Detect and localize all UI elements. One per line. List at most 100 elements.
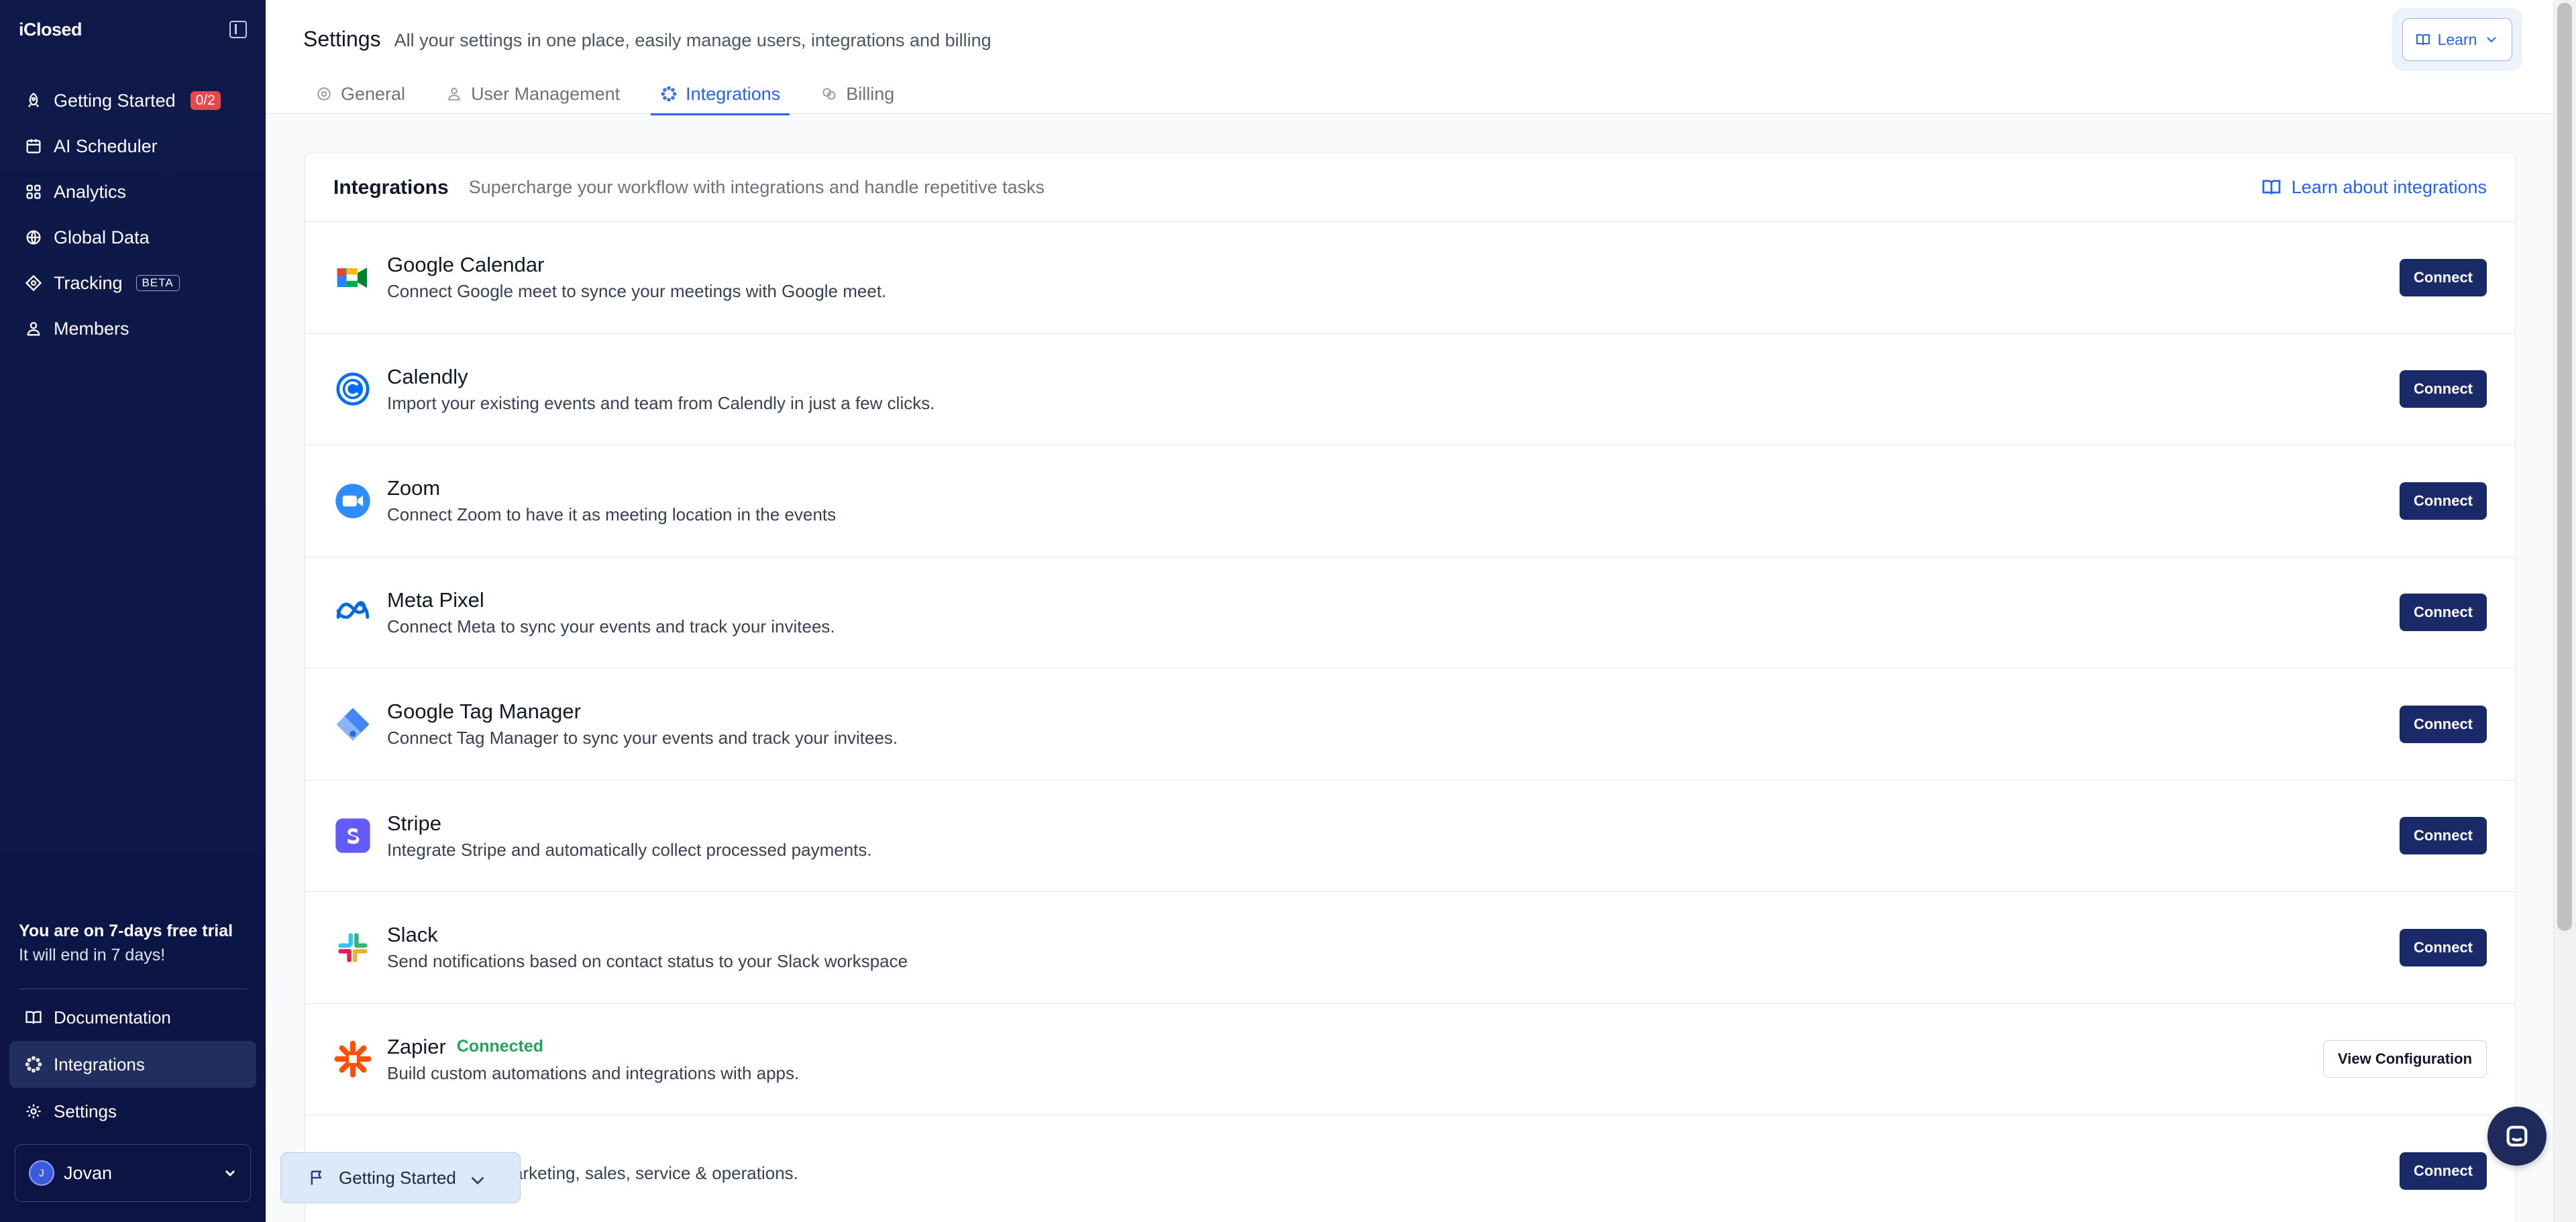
integration-text: Zapier Connected Build custom automation… [387, 1035, 799, 1084]
tab-label: User Management [471, 83, 621, 104]
tab-integrations[interactable]: Integrations [651, 74, 790, 115]
sidebar-item-integrations[interactable]: Integrations [9, 1041, 256, 1088]
tab-general[interactable]: General [306, 74, 415, 114]
integration-title: Google Tag Manager [387, 700, 581, 724]
target-icon [24, 274, 43, 292]
integration-desc: Connect Zoom to have it as meeting locat… [387, 504, 837, 525]
integration-title: Zoom [387, 476, 441, 500]
sidebar-item-label: Analytics [54, 181, 127, 202]
settings-tabs: General User Management Integrations Bil… [306, 74, 925, 115]
sidebar-item-analytics[interactable]: Analytics [9, 169, 256, 215]
beta-badge: BETA [136, 275, 180, 291]
connect-button[interactable]: Connect [2400, 705, 2487, 743]
connect-button[interactable]: Connect [2400, 594, 2487, 632]
sidebar-item-label: Global Data [54, 227, 150, 247]
sidebar-item-label: Documentation [54, 1007, 171, 1027]
page-scrollbar[interactable] [2553, 0, 2576, 1222]
tab-user-management[interactable]: User Management [436, 74, 629, 114]
connect-button[interactable]: Connect [2400, 258, 2487, 296]
view-configuration-button[interactable]: View Configuration [2323, 1040, 2487, 1078]
sidebar-item-label: AI Scheduler [54, 135, 158, 156]
integration-text: Calendly Import your existing events and… [387, 365, 934, 414]
chevron-down-icon [468, 1171, 484, 1185]
settings-header: Settings All your settings in one place,… [266, 0, 2553, 115]
sidebar-nav: Getting Started 0/2 AI Scheduler Analyti… [9, 78, 256, 351]
tab-billing[interactable]: Billing [811, 74, 904, 114]
gear-icon [24, 1102, 43, 1121]
integration-row-calendly: Calendly Import your existing events and… [305, 334, 2515, 445]
integration-title: Stripe [387, 811, 441, 835]
progress-badge: 0/2 [190, 91, 221, 110]
sidebar: iClosed Getting Started 0/2 AI Scheduler… [0, 0, 266, 1222]
stripe-icon [333, 816, 372, 855]
logo-text: iClosed [19, 19, 83, 40]
connect-button[interactable]: Connect [2400, 370, 2487, 408]
sidebar-item-getting-started[interactable]: Getting Started 0/2 [9, 78, 256, 123]
integration-desc: Connect Tag Manager to sync your events … [387, 728, 898, 748]
tab-label: Integrations [686, 83, 781, 104]
trial-title: You are on 7-days free trial [19, 922, 233, 940]
connect-button[interactable]: Connect [2400, 817, 2487, 855]
card-header: Integrations Supercharge your workflow w… [305, 154, 2515, 222]
sidebar-item-settings[interactable]: Settings [9, 1088, 256, 1135]
integration-text: Zoom Connect Zoom to have it as meeting … [387, 476, 836, 525]
integration-row-zoom: Zoom Connect Zoom to have it as meeting … [305, 445, 2515, 557]
flag-icon [311, 1170, 322, 1185]
sidebar-item-members[interactable]: Members [9, 306, 256, 351]
book-icon [24, 1008, 43, 1027]
page-title: Settings [303, 27, 381, 51]
logo[interactable]: iClosed [19, 19, 83, 40]
integration-row-google-calendar: Google Calendar Connect Google meet to s… [305, 222, 2515, 334]
integration-row-meta-pixel: Meta Pixel Connect Meta to sync your eve… [305, 557, 2515, 669]
trial-subtitle: It will end in 7 days! [19, 946, 166, 964]
integration-desc: Connect Meta to sync your events and tra… [387, 616, 835, 636]
avatar: J [29, 1160, 54, 1186]
integration-row-hubspot: arketing, sales, service & operations. C… [305, 1115, 2515, 1222]
grid-icon [24, 182, 43, 201]
sidebar-item-ai-scheduler[interactable]: AI Scheduler [9, 123, 256, 169]
integrations-icon [24, 1055, 43, 1074]
integration-row-slack: Slack Send notifications based on contac… [305, 892, 2515, 1004]
trial-notice: You are on 7-days free trial It will end… [19, 919, 247, 967]
zapier-icon [333, 1040, 372, 1078]
integration-desc: Connect Google meet to syncе your meetin… [387, 281, 887, 302]
learn-dropdown[interactable]: Learn [2402, 18, 2512, 61]
zoom-icon [333, 482, 372, 520]
chat-support-button[interactable] [2487, 1107, 2546, 1166]
integration-desc: Integrate Stripe and automatically colle… [387, 839, 872, 860]
integration-name: Slack [387, 923, 908, 947]
getting-started-floating-button[interactable]: Getting Started [280, 1152, 521, 1203]
chevron-down-icon [223, 1166, 237, 1180]
scrollbar-thumb[interactable] [2557, 3, 2572, 931]
integration-name: Zoom [387, 476, 836, 500]
learn-about-integrations-link[interactable]: Learn about integrations [2261, 176, 2487, 198]
connect-button[interactable]: Connect [2400, 482, 2487, 520]
calendar-icon [24, 137, 43, 156]
integration-desc: Import your existing events and team fro… [387, 392, 935, 413]
chevron-down-icon [2487, 37, 2497, 43]
integration-name: Zapier Connected [387, 1035, 799, 1059]
integration-text: Google Calendar Connect Google meet to s… [387, 253, 886, 302]
integration-text: Google Tag Manager Connect Tag Manager t… [387, 700, 898, 748]
sidebar-item-tracking[interactable]: Tracking BETA [9, 260, 256, 306]
learn-label: Learn [2437, 30, 2477, 48]
integration-title: Zapier [387, 1034, 446, 1058]
chat-icon [2506, 1125, 2528, 1147]
connect-button[interactable]: Connect [2400, 928, 2487, 966]
sidebar-item-documentation[interactable]: Documentation [9, 994, 256, 1041]
sidebar-bottom-nav: Documentation Integrations Settings [9, 994, 256, 1135]
meta-icon [333, 593, 372, 632]
integration-title: Meta Pixel [387, 588, 484, 612]
main-content: Settings All your settings in one place,… [266, 0, 2553, 1222]
sidebar-item-global-data[interactable]: Global Data [9, 215, 256, 260]
sidebar-collapse-icon[interactable] [229, 21, 247, 38]
calendly-icon [333, 370, 372, 408]
page-subtitle: All your settings in one place, easily m… [394, 30, 991, 50]
card-title: Integrations [333, 176, 449, 199]
title-row: Settings All your settings in one place,… [303, 27, 991, 52]
sidebar-item-label: Settings [54, 1101, 117, 1121]
integration-row-google-tag-manager: Google Tag Manager Connect Tag Manager t… [305, 669, 2515, 781]
user-menu[interactable]: J Jovan [15, 1144, 251, 1202]
integration-title: Calendly [387, 364, 468, 388]
connect-button[interactable]: Connect [2400, 1152, 2487, 1190]
